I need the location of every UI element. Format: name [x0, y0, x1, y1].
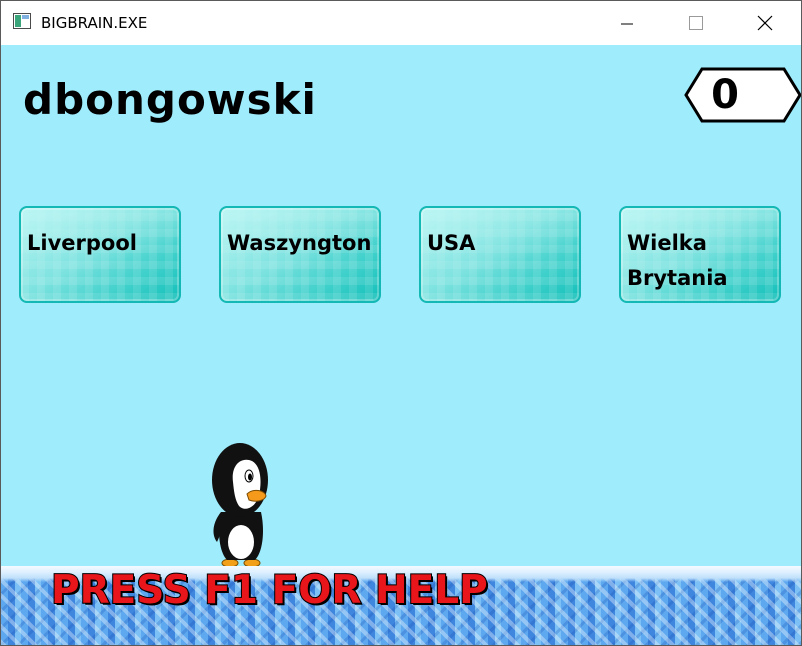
answer-option-1[interactable]: Liverpool — [19, 206, 181, 303]
score-badge: 0 — [684, 67, 801, 124]
answer-label: Wielka Brytania — [627, 231, 728, 290]
close-button[interactable] — [742, 1, 788, 45]
answer-option-4[interactable]: Wielka Brytania — [619, 206, 781, 303]
answer-label: Waszyngton — [227, 231, 372, 255]
window-title: BIGBRAIN.EXE — [41, 14, 148, 32]
close-icon — [757, 15, 773, 31]
game-window: BIGBRAIN.EXE dbongowski 0 Liverpool Wasz… — [0, 0, 802, 646]
game-area: dbongowski 0 Liverpool Waszyngton USA Wi… — [1, 45, 801, 645]
player-name: dbongowski — [23, 75, 317, 124]
maximize-icon — [689, 16, 703, 30]
penguin-icon — [212, 443, 268, 568]
answer-option-3[interactable]: USA — [419, 206, 581, 303]
answer-option-2[interactable]: Waszyngton — [219, 206, 381, 303]
answer-label: Liverpool — [27, 231, 137, 255]
answer-label: USA — [427, 231, 476, 255]
app-icon — [13, 13, 31, 29]
maximize-button[interactable] — [673, 1, 719, 45]
title-bar[interactable]: BIGBRAIN.EXE — [1, 1, 801, 45]
help-hint: PRESS F1 FOR HELP — [50, 567, 489, 614]
score-value: 0 — [711, 72, 739, 118]
minimize-button[interactable] — [604, 1, 650, 45]
minimize-icon — [621, 23, 633, 25]
